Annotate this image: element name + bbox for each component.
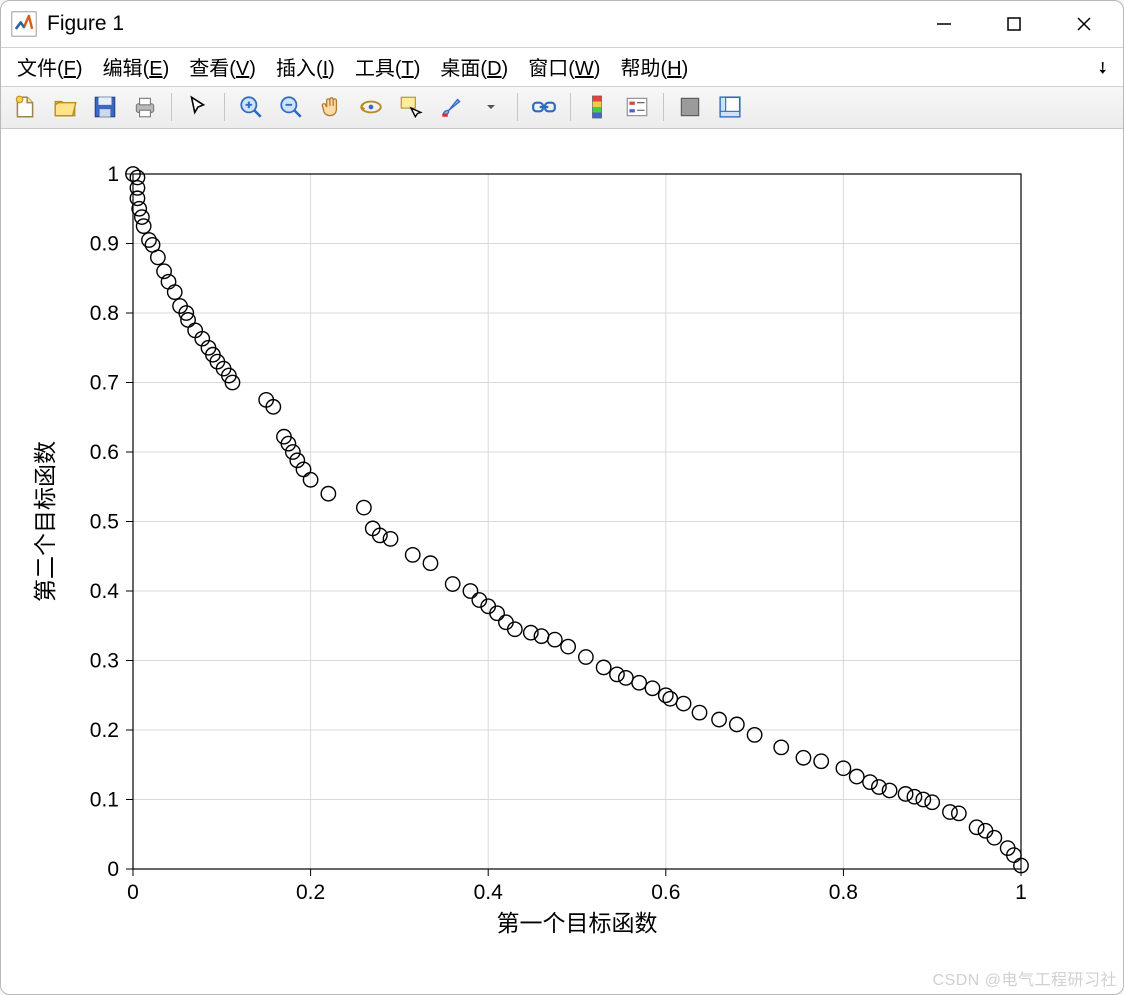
svg-text:0.1: 0.1 <box>90 789 119 812</box>
svg-text:0.7: 0.7 <box>90 372 119 395</box>
data-cursor-button[interactable] <box>393 90 429 124</box>
data-cursor-icon <box>398 94 424 120</box>
svg-text:0.8: 0.8 <box>90 302 119 325</box>
open-file-button[interactable] <box>47 90 83 124</box>
matlab-icon <box>11 11 37 37</box>
maximize-button[interactable] <box>979 1 1049 47</box>
dropdown-icon <box>486 95 496 119</box>
window-title: Figure 1 <box>47 12 124 36</box>
toolbar <box>1 87 1123 129</box>
svg-text:0: 0 <box>107 858 119 881</box>
link-icon <box>531 94 557 120</box>
svg-text:0.4: 0.4 <box>90 580 120 603</box>
zoom-out-button[interactable] <box>273 90 309 124</box>
hand-icon <box>318 94 344 120</box>
hide-tools-icon <box>677 94 703 120</box>
svg-text:1: 1 <box>1015 881 1027 904</box>
brush-button[interactable] <box>433 90 469 124</box>
legend-button[interactable] <box>619 90 655 124</box>
menu-edit[interactable]: 编辑(E) <box>95 48 178 85</box>
svg-text:0.5: 0.5 <box>90 511 119 534</box>
rotate3d-button[interactable] <box>353 90 389 124</box>
open-folder-icon <box>52 94 78 120</box>
menu-file[interactable]: 文件(F) <box>9 48 91 85</box>
zoom-in-button[interactable] <box>233 90 269 124</box>
svg-text:0.6: 0.6 <box>651 881 680 904</box>
zoom-in-icon <box>238 94 264 120</box>
svg-text:0.4: 0.4 <box>474 881 504 904</box>
menu-desktop[interactable]: 桌面(D) <box>432 48 516 85</box>
svg-text:0: 0 <box>127 881 139 904</box>
save-disk-icon <box>92 94 118 120</box>
colorbar-button[interactable] <box>579 90 615 124</box>
svg-text:0.9: 0.9 <box>90 233 119 256</box>
rotate-icon <box>358 94 384 120</box>
menu-view[interactable]: 查看(V) <box>181 48 264 85</box>
pan-button[interactable] <box>313 90 349 124</box>
new-file-icon <box>12 94 38 120</box>
show-tools-icon <box>717 94 743 120</box>
hide-plot-tools-button[interactable] <box>672 90 708 124</box>
svg-text:第一个目标函数: 第一个目标函数 <box>497 910 658 936</box>
maximize-icon <box>1006 16 1022 32</box>
svg-text:0.2: 0.2 <box>296 881 325 904</box>
svg-text:0.8: 0.8 <box>829 881 858 904</box>
svg-text:第二个目标函数: 第二个目标函数 <box>32 441 58 602</box>
menu-help[interactable]: 帮助(H) <box>612 48 696 85</box>
menu-window[interactable]: 窗口(W) <box>520 48 608 85</box>
colorbar-icon <box>584 94 610 120</box>
svg-text:0.3: 0.3 <box>90 650 119 673</box>
figure-window: Figure 1 文件(F) 编辑(E) 查看(V) 插入(I) 工具(T) 桌… <box>0 0 1124 995</box>
legend-icon <box>624 94 650 120</box>
edit-plot-button[interactable] <box>180 90 216 124</box>
brush-icon <box>438 94 464 120</box>
zoom-out-icon <box>278 94 304 120</box>
save-button[interactable] <box>87 90 123 124</box>
menubar: 文件(F) 编辑(E) 查看(V) 插入(I) 工具(T) 桌面(D) 窗口(W… <box>1 48 1123 87</box>
print-button[interactable] <box>127 90 163 124</box>
link-plot-button[interactable] <box>526 90 562 124</box>
cursor-icon <box>185 94 211 120</box>
new-figure-button[interactable] <box>7 90 43 124</box>
show-plot-tools-button[interactable] <box>712 90 748 124</box>
axes-area[interactable]: 0 0.2 0.4 0.6 0.8 1 0 0.1 0.2 0.3 0.4 0.5 0.6 0.7 0.8 0… <box>1 129 1123 994</box>
brush-dropdown[interactable] <box>473 90 509 124</box>
scatter-chart: 0 0.2 0.4 0.6 0.8 1 0 0.1 0.2 0.3 0.4 0.5 0.6 0.7 0.8 0… <box>1 129 1123 989</box>
watermark-text: CSDN @电气工程研习社 <box>932 966 1117 990</box>
dock-arrow-icon[interactable]: ➘ <box>1090 56 1114 80</box>
minimize-button[interactable] <box>909 1 979 47</box>
menu-insert[interactable]: 插入(I) <box>268 48 343 85</box>
titlebar: Figure 1 <box>1 1 1123 48</box>
menu-tools[interactable]: 工具(T) <box>347 48 429 85</box>
close-icon <box>1075 15 1093 33</box>
svg-text:1: 1 <box>107 163 119 186</box>
svg-text:0.6: 0.6 <box>90 441 119 464</box>
printer-icon <box>132 94 158 120</box>
minimize-icon <box>935 15 953 33</box>
close-button[interactable] <box>1049 1 1119 47</box>
svg-text:0.2: 0.2 <box>90 719 119 742</box>
